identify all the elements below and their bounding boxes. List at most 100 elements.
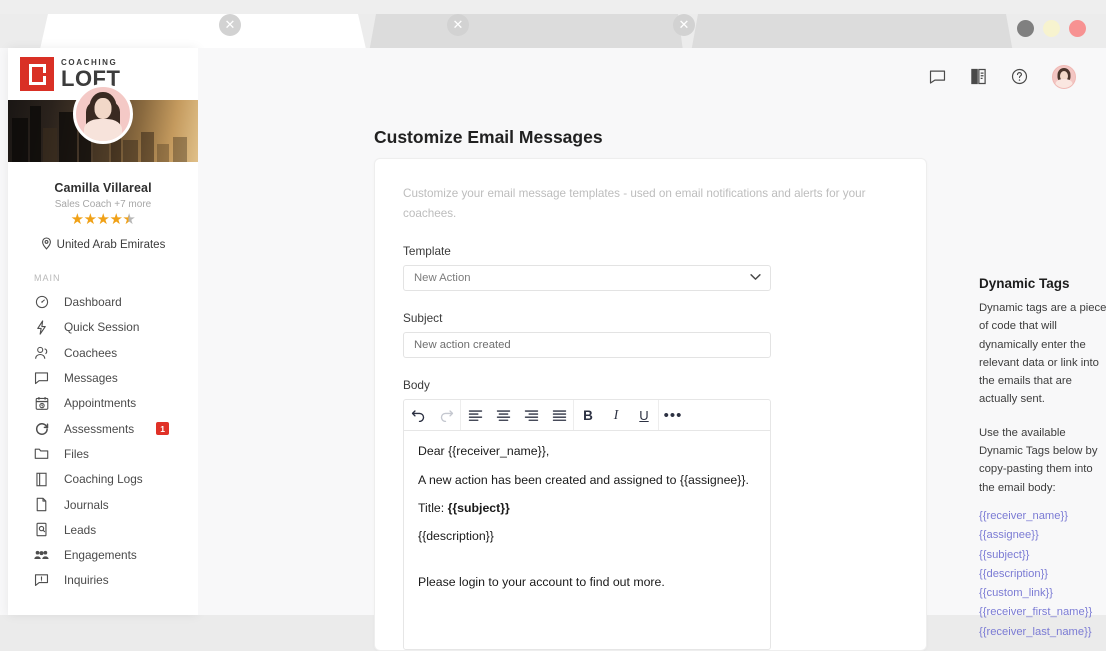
sidebar-item-appointments[interactable]: Appointments [8,391,198,416]
app-container: COACHING LOFT Camilla Villareal Sal [0,48,1106,615]
body-line-1: Dear {{receiver_name}}, [418,444,756,459]
tab-close-3[interactable]: ✕ [673,14,695,36]
sidebar-item-label: Messages [64,371,118,385]
sidebar-item-inquiries[interactable]: Inquiries [8,568,198,593]
body-label: Body [403,378,926,392]
template-label: Template [403,244,926,258]
sidebar-item-label: Coaching Logs [64,472,143,486]
template-select-value: New Action [414,272,471,284]
body-line-5: Please login to your account to find out… [418,575,756,590]
lightning-icon [34,320,49,335]
help-circle-icon[interactable] [1011,68,1028,85]
undo-icon[interactable] [404,400,432,430]
sidebar-item-label: Coachees [64,346,117,360]
window-close-button[interactable] [1069,20,1086,37]
template-select[interactable]: New Action [403,265,771,291]
star-icon: ★ [84,211,97,228]
page-title: Customize Email Messages [374,127,1106,148]
chevron-down-icon [750,272,761,284]
subject-input[interactable]: New action created [403,332,771,358]
sidebar-item-label: Dashboard [64,295,122,309]
tab-close-2[interactable]: ✕ [447,14,469,36]
editor-body[interactable]: Dear {{receiver_name}}, A new action has… [404,431,770,649]
dynamic-tag-item[interactable]: {{receiver_first_name}} [979,603,1106,622]
dynamic-tags-panel: Dynamic Tags Dynamic tags are a piece of… [979,276,1106,642]
customize-email-card: Customize your email message templates -… [374,158,927,651]
dynamic-tag-item[interactable]: {{custom_link}} [979,584,1106,603]
sidebar-item-label: Files [64,447,89,461]
chat-bubble-icon [34,371,49,386]
sidebar-item-dashboard[interactable]: Dashboard [8,290,198,315]
star-half-icon: ★ [122,211,135,228]
sidebar-item-coaching-logs[interactable]: Coaching Logs [8,467,198,492]
refresh-circle-icon [34,421,49,436]
underline-button[interactable]: U [630,400,658,430]
sidebar-item-label: Leads [64,523,96,537]
bold-button[interactable]: B [574,400,602,430]
body-line-3: Title: {{subject}} [418,501,756,516]
body-line-2: A new action has been created and assign… [418,473,756,488]
sidebar-item-journals[interactable]: Journals [8,492,198,517]
profile-name: Camilla Villareal [8,181,198,195]
sidebar-item-label: Journals [64,498,109,512]
dynamic-tag-item[interactable]: {{description}} [979,565,1106,584]
sidebar-item-messages[interactable]: Messages [8,365,198,390]
top-navbar [198,48,1106,105]
sidebar-item-label: Assessments [64,422,134,436]
editor-toolbar: B I U ••• [404,400,770,431]
italic-button[interactable]: I [602,400,630,430]
star-icon: ★ [109,211,122,228]
star-icon: ★ [71,211,84,228]
sidebar-section-label: MAIN [34,273,198,283]
dynamic-tags-title: Dynamic Tags [979,276,1106,291]
dynamic-tag-item[interactable]: {{assignee}} [979,526,1106,545]
guide-book-icon[interactable] [970,68,987,85]
sidebar-item-files[interactable]: Files [8,441,198,466]
star-icon: ★ [97,211,110,228]
sidebar-item-engagements[interactable]: Engagements [8,542,198,567]
sidebar-item-label: Appointments [64,396,136,410]
folder-icon [34,446,49,461]
body-spacer [418,558,756,575]
rich-text-editor: B I U ••• Dear {{receiver_name}}, A new … [403,399,771,650]
body-line-4: {{description}} [418,529,756,544]
sidebar: COACHING LOFT Camilla Villareal Sal [8,48,198,615]
dynamic-tag-item[interactable]: {{receiver_name}} [979,507,1106,526]
window-maximize-button[interactable] [1043,20,1060,37]
history-group [404,400,461,430]
user-avatar[interactable] [1052,65,1076,89]
redo-icon[interactable] [432,400,460,430]
body-title-tag: {{subject}} [448,501,510,515]
paragraph-spacer [979,409,1106,424]
align-justify-icon[interactable] [545,400,573,430]
align-center-icon[interactable] [489,400,517,430]
tab-close-1[interactable]: ✕ [219,14,241,36]
sidebar-item-leads[interactable]: Leads [8,517,198,542]
window-controls [1017,20,1086,37]
window-minimize-button[interactable] [1017,20,1034,37]
profile-rating-stars: ★★★★★ [8,212,198,229]
main-content: Customize Email Messages Customize your … [198,48,1106,615]
more-options-button[interactable]: ••• [659,400,687,430]
dashboard-icon [34,295,49,310]
profile-location: United Arab Emirates [8,237,198,253]
sidebar-item-assessments[interactable]: Assessments 1 [8,416,198,441]
sidebar-item-coachees[interactable]: Coachees [8,340,198,365]
more-group: ••• [659,400,687,430]
lead-search-icon [34,522,49,537]
map-pin-icon [41,237,52,253]
profile-summary: Camilla Villareal Sales Coach +7 more ★★… [8,162,198,253]
sidebar-item-quick-session[interactable]: Quick Session [8,315,198,340]
dynamic-tags-paragraph-1: Dynamic tags are a piece of code that wi… [979,299,1106,409]
profile-avatar[interactable] [73,84,133,144]
dynamic-tag-item[interactable]: {{receiver_last_name}} [979,623,1106,642]
body-title-prefix: Title: [418,501,448,515]
dynamic-tag-item[interactable]: {{subject}} [979,546,1106,565]
profile-location-text: United Arab Emirates [57,239,166,251]
align-right-icon[interactable] [517,400,545,430]
sidebar-item-label: Engagements [64,548,137,562]
chat-icon[interactable] [929,69,946,85]
alignment-group [461,400,574,430]
align-left-icon[interactable] [461,400,489,430]
document-icon [34,497,49,512]
